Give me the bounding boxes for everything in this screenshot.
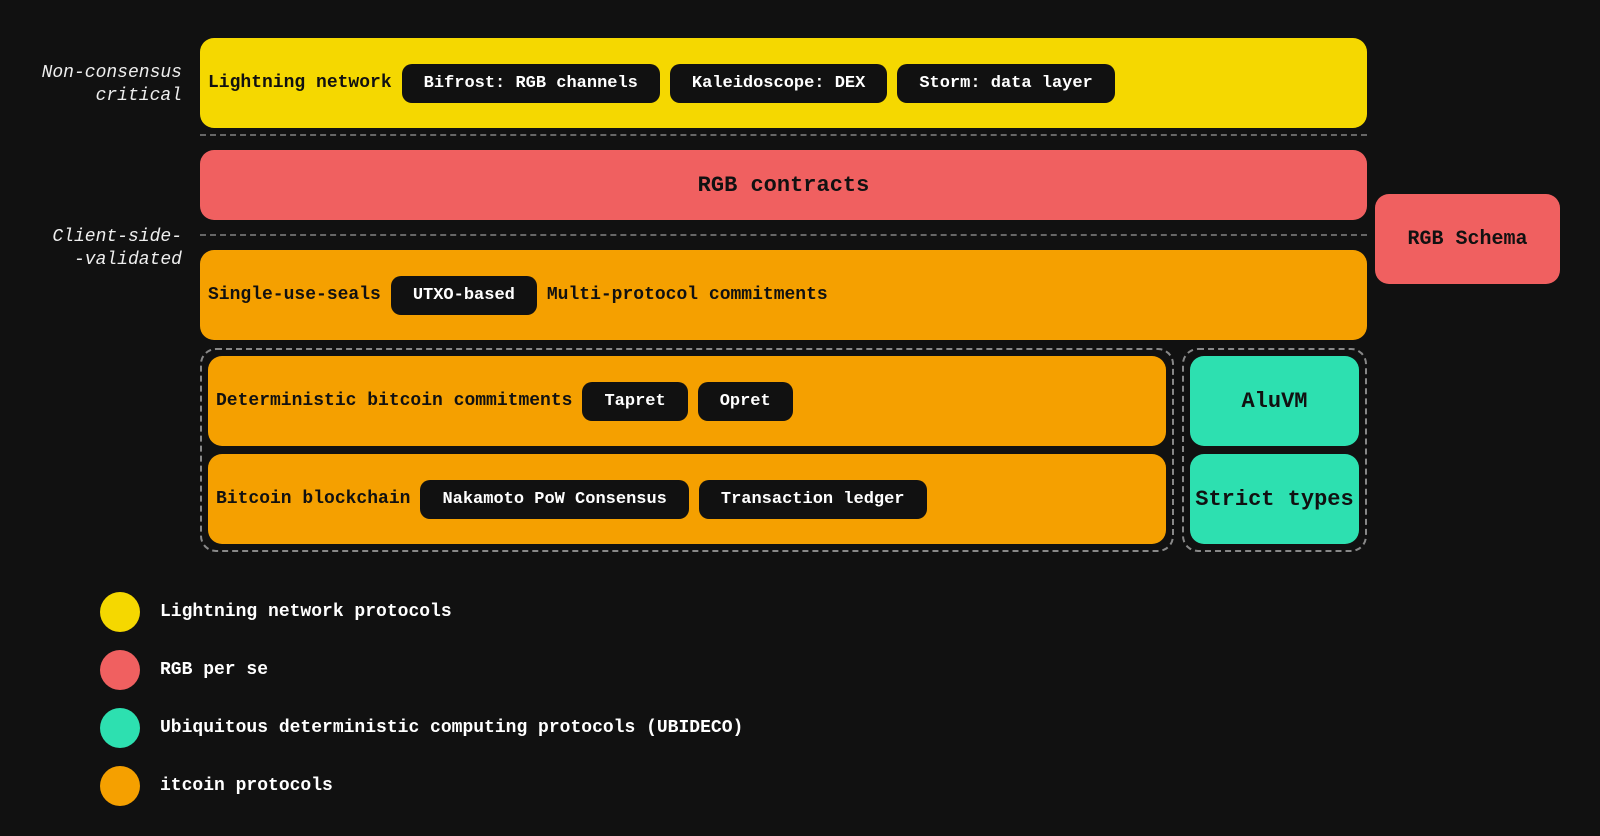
far-right-column: RGB Schema	[1375, 30, 1560, 500]
pill-storm: Storm: data layer	[897, 64, 1114, 103]
dashed-box-right: AluVM Strict types	[1182, 348, 1367, 552]
legend: Lightning network protocols RGB per se U…	[40, 592, 1560, 806]
pill-kaleidoscope: Kaleidoscope: DEX	[670, 64, 887, 103]
csv-label: Single-use-seals	[208, 285, 381, 305]
legend-item-bitcoin: itcoin protocols	[100, 766, 1560, 806]
spacer-bottom	[1375, 292, 1560, 500]
pill-opret: Opret	[698, 382, 793, 421]
blockchain-label: Bitcoin blockchain	[216, 489, 410, 509]
spacer-lightning	[1375, 30, 1560, 120]
lightning-label: Lightning network	[208, 73, 392, 93]
legend-text-rgb: RGB per se	[160, 660, 268, 680]
legend-text-bitcoin: itcoin protocols	[160, 776, 333, 796]
legend-text-ubideco: Ubiquitous deterministic computing proto…	[160, 718, 743, 738]
row-rgb-contracts: RGB contracts	[200, 150, 1367, 220]
legend-item-lightning: Lightning network protocols	[100, 592, 1560, 632]
pill-aluvm: AluVM	[1190, 356, 1359, 446]
pill-rgb-schema: RGB Schema	[1375, 194, 1560, 284]
row-blockchain: Bitcoin blockchain Nakamoto PoW Consensu…	[208, 454, 1166, 544]
center-column: Lightning network Bifrost: RGB channels …	[200, 30, 1367, 552]
pill-bifrost: Bifrost: RGB channels	[402, 64, 660, 103]
label-rgb-contracts	[40, 132, 200, 202]
label-non-consensus: Non-consensus critical	[40, 40, 200, 130]
pill-utxo: UTXO-based	[391, 276, 537, 315]
legend-text-lightning: Lightning network protocols	[160, 602, 452, 622]
label-client-side: Client-side- -validated	[40, 204, 200, 294]
row-lightning: Lightning network Bifrost: RGB channels …	[200, 38, 1367, 128]
pill-txledger: Transaction ledger	[699, 480, 927, 519]
separator-2	[200, 234, 1367, 236]
pill-tapret: Tapret	[582, 382, 687, 421]
dbc-label: Deterministic bitcoin commitments	[216, 391, 572, 411]
legend-item-ubideco: Ubiquitous deterministic computing proto…	[100, 708, 1560, 748]
rgb-contracts-label: RGB contracts	[698, 173, 870, 198]
legend-dot-yellow	[100, 592, 140, 632]
row-dbc: Deterministic bitcoin commitments Tapret…	[208, 356, 1166, 446]
pill-nakamoto: Nakamoto PoW Consensus	[420, 480, 688, 519]
labels-column: Non-consensus critical Client-side- -val…	[40, 30, 200, 294]
legend-dot-orange	[100, 766, 140, 806]
legend-dot-salmon	[100, 650, 140, 690]
separator-1	[200, 134, 1367, 136]
legend-dot-teal	[100, 708, 140, 748]
diagram-container: Non-consensus critical Client-side- -val…	[40, 30, 1560, 552]
dashed-box-main: Deterministic bitcoin commitments Tapret…	[200, 348, 1174, 552]
legend-item-rgb: RGB per se	[100, 650, 1560, 690]
bottom-area: Deterministic bitcoin commitments Tapret…	[200, 348, 1367, 552]
pill-strict-types: Strict types	[1190, 454, 1359, 544]
spacer-rgb	[1375, 122, 1560, 192]
csv-mpc-label: Multi-protocol commitments	[547, 285, 1359, 305]
row-csv: Single-use-seals UTXO-based Multi-protoc…	[200, 250, 1367, 340]
